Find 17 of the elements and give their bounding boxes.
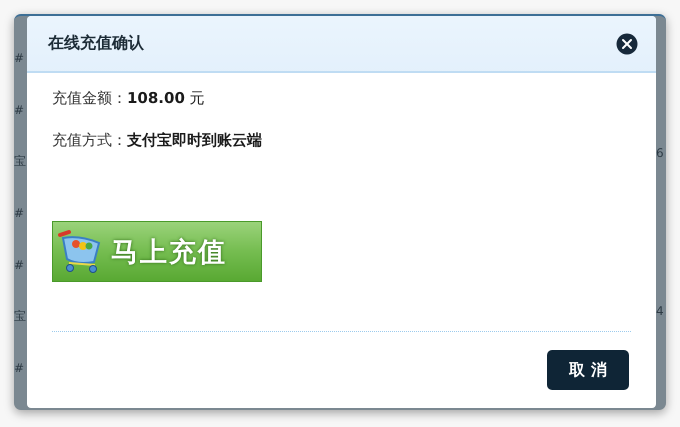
background-text: # [14,256,24,274]
field-value: 支付宝即时到账云端 [127,131,262,150]
close-icon[interactable] [616,32,638,54]
background-text: # [14,204,24,222]
background-text: # [14,360,24,378]
field-label: 充值方式： [52,131,127,150]
background-text: 宝 [14,308,26,326]
dialog-title: 在线充值确认 [48,33,144,54]
shopping-cart-icon [57,228,103,274]
background-text: # [14,50,24,67]
background-text: 6 [656,145,664,162]
background-text: 宝 [14,153,26,170]
field-label: 充值金额： [52,89,127,108]
field-value: 108.00 元 [127,89,205,108]
cancel-button[interactable]: 取 消 [547,350,629,390]
background-text: # [14,102,24,119]
background-text: 4 [656,303,664,320]
